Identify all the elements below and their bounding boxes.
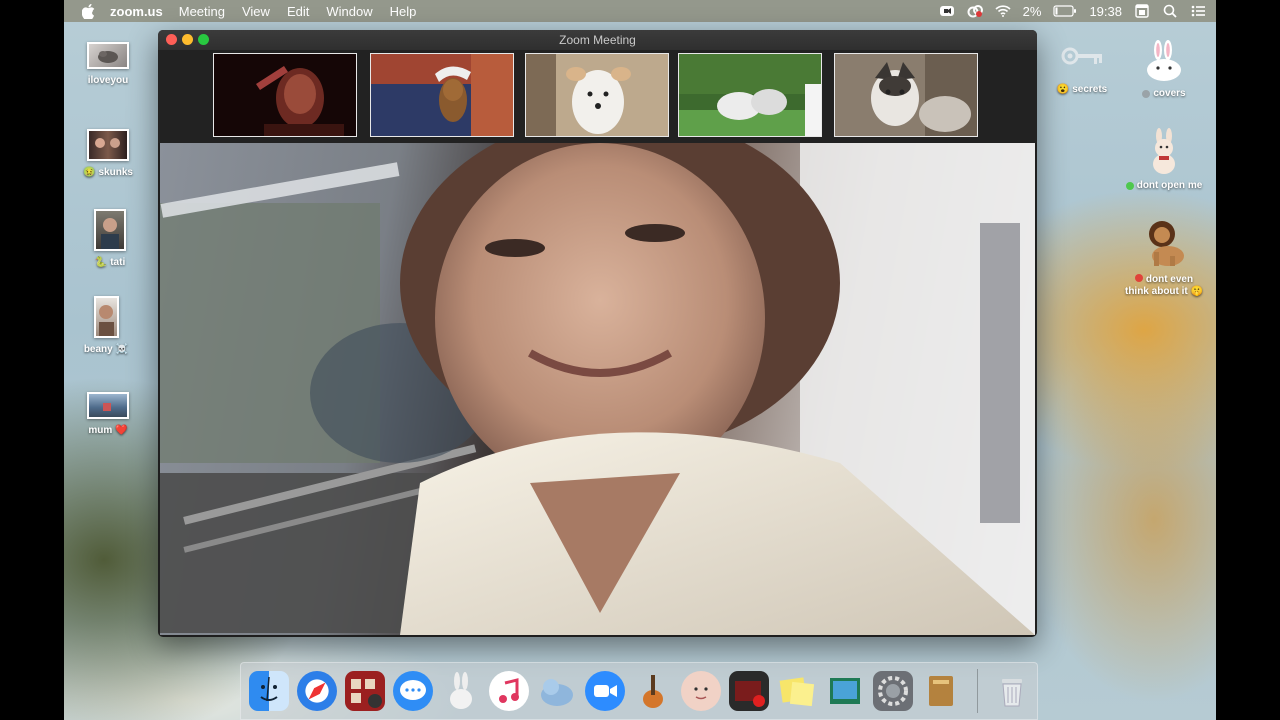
desktop-icon-label-line1: dont even bbox=[1145, 274, 1194, 285]
stickies-icon[interactable] bbox=[777, 671, 817, 711]
participant-tile-2[interactable] bbox=[370, 53, 514, 137]
emoji-prefix: 😮 bbox=[1056, 84, 1070, 95]
wifi-icon[interactable] bbox=[995, 3, 1011, 19]
menu-bar: zoom.us Meeting View Edit Window Help 2%… bbox=[64, 0, 1216, 22]
window-title: Zoom Meeting bbox=[559, 33, 636, 47]
active-speaker-video[interactable] bbox=[160, 143, 1035, 635]
desktop-icon-label: secrets bbox=[1072, 84, 1108, 95]
creative-cloud-icon[interactable] bbox=[967, 3, 983, 19]
menu-window[interactable]: Window bbox=[326, 4, 372, 19]
menu-view[interactable]: View bbox=[242, 4, 270, 19]
speaker-video-frame bbox=[160, 143, 1035, 635]
desktop-icon-dont-even-think-about-it[interactable]: dont even think about it 🤫 bbox=[1108, 218, 1216, 298]
emoji-suffix: ❤️ bbox=[115, 425, 128, 436]
emoji-suffix: ☠️ bbox=[115, 344, 129, 355]
safari-icon[interactable] bbox=[297, 671, 337, 711]
zoom-status-icon[interactable] bbox=[939, 3, 955, 19]
desktop-icon-dont-open-me[interactable]: dont open me bbox=[1116, 128, 1212, 193]
finder-icon[interactable] bbox=[249, 671, 289, 711]
participant-tile-5[interactable] bbox=[834, 53, 978, 137]
rabbit-app-icon[interactable] bbox=[441, 671, 481, 711]
photo-thumbnail bbox=[94, 209, 126, 251]
lion-icon bbox=[1140, 218, 1188, 268]
desktop-icon-beany[interactable]: beany ☠️ bbox=[64, 296, 154, 356]
bunny-icon bbox=[1140, 40, 1188, 82]
preview-icon[interactable] bbox=[825, 671, 865, 711]
photo-thumbnail bbox=[93, 296, 119, 338]
menu-meeting[interactable]: Meeting bbox=[179, 4, 225, 19]
face-app-icon[interactable] bbox=[681, 671, 721, 711]
emoji-prefix: 🤢 bbox=[83, 167, 96, 178]
battery-icon[interactable] bbox=[1053, 3, 1077, 19]
desktop-icon-label: tati bbox=[110, 257, 126, 268]
clock[interactable]: 19:38 bbox=[1089, 4, 1122, 19]
desktop-icon-label: covers bbox=[1153, 88, 1186, 99]
apple-icon[interactable] bbox=[82, 3, 98, 19]
trash-icon[interactable] bbox=[992, 671, 1032, 711]
key-icon bbox=[1058, 40, 1106, 76]
desktop-icon-label: dont open me bbox=[1136, 180, 1203, 191]
desktop-icon-iloveyou[interactable]: iloveyou bbox=[64, 42, 156, 87]
seal-app-icon[interactable] bbox=[537, 671, 577, 711]
battery-percent: 2% bbox=[1022, 3, 1042, 19]
notebook-icon[interactable] bbox=[921, 671, 961, 711]
dock-separator bbox=[977, 669, 978, 713]
participant-strip bbox=[158, 50, 1037, 143]
green-tag-dot bbox=[1125, 182, 1134, 190]
dock bbox=[240, 662, 1038, 720]
zoom-meeting-window[interactable]: Zoom Meeting bbox=[158, 30, 1037, 637]
red-app-icon[interactable] bbox=[729, 671, 769, 711]
photo-thumbnail bbox=[87, 392, 129, 419]
participant-tile-4[interactable] bbox=[678, 53, 822, 137]
desktop-icon-tati[interactable]: 🐍 tati bbox=[64, 209, 158, 269]
photo-thumbnail bbox=[87, 42, 129, 69]
system-preferences-icon[interactable] bbox=[873, 671, 913, 711]
red-tag-dot bbox=[1134, 274, 1143, 282]
search-icon[interactable] bbox=[1162, 3, 1178, 19]
photo-thumbnail bbox=[87, 129, 129, 161]
desktop-icon-label: iloveyou bbox=[87, 75, 129, 86]
window-titlebar[interactable]: Zoom Meeting bbox=[158, 30, 1037, 50]
messages-icon[interactable] bbox=[393, 671, 433, 711]
desktop-icon-label: beany bbox=[83, 344, 113, 355]
garageband-icon[interactable] bbox=[633, 671, 673, 711]
desktop-icon-label: mum bbox=[88, 425, 113, 436]
calendar-icon[interactable] bbox=[1134, 3, 1150, 19]
desktop-icon-label: skunks bbox=[98, 167, 133, 178]
desktop-icon-label-line2: think about it bbox=[1124, 286, 1188, 297]
notification-center-icon[interactable] bbox=[1190, 3, 1206, 19]
zoom-icon[interactable] bbox=[585, 671, 625, 711]
photo-booth-icon[interactable] bbox=[345, 671, 385, 711]
desktop-icon-covers[interactable]: covers bbox=[1116, 40, 1212, 101]
emoji-suffix: 🤫 bbox=[1190, 286, 1203, 297]
menu-edit[interactable]: Edit bbox=[287, 4, 309, 19]
desktop: zoom.us Meeting View Edit Window Help 2%… bbox=[64, 0, 1216, 720]
gray-tag-dot bbox=[1142, 90, 1151, 98]
participant-tile-1[interactable] bbox=[213, 53, 357, 137]
participant-tile-3[interactable] bbox=[525, 53, 669, 137]
desktop-icon-skunks[interactable]: 🤢 skunks bbox=[64, 129, 156, 179]
menu-app-name[interactable]: zoom.us bbox=[110, 4, 163, 19]
bunny-figure-icon bbox=[1146, 128, 1182, 174]
desktop-icon-mum[interactable]: mum ❤️ bbox=[64, 392, 156, 437]
emoji-prefix: 🐍 bbox=[94, 257, 108, 268]
menu-help[interactable]: Help bbox=[390, 4, 417, 19]
music-icon[interactable] bbox=[489, 671, 529, 711]
